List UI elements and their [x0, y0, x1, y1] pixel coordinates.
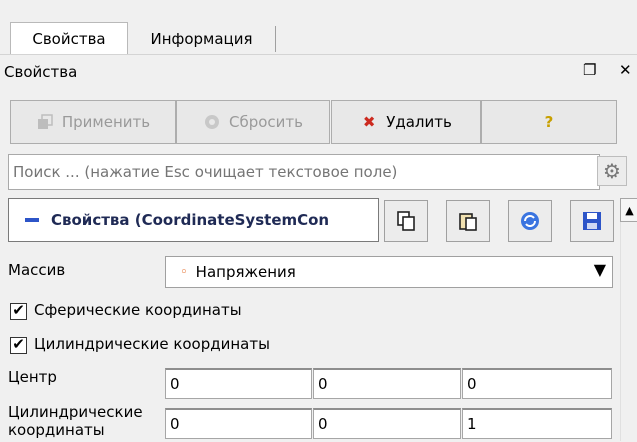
spherical-checkbox[interactable]: ✔: [10, 303, 27, 320]
cyl-3-field[interactable]: 1: [462, 408, 612, 439]
apply-label: Применить: [61, 113, 151, 131]
array-label: Массив: [8, 261, 66, 279]
delete-button[interactable]: ✖ Удалить: [331, 100, 481, 144]
tab-properties[interactable]: Свойства: [10, 22, 128, 55]
search-input[interactable]: [8, 154, 600, 190]
stress-field-icon: ◦: [180, 264, 188, 280]
tab-properties-label: Свойства: [32, 30, 106, 48]
delete-label: Удалить: [386, 113, 452, 131]
cyl-1-value: 0: [170, 415, 180, 433]
cyl-coords-label-line2: координаты: [8, 421, 105, 439]
array-select[interactable]: ◦ Напряжения ▼: [165, 256, 613, 288]
refresh-icon: [521, 212, 539, 230]
cyl-3-value: 1: [467, 415, 477, 433]
help-button[interactable]: ?: [481, 100, 617, 144]
save-icon: [583, 212, 601, 230]
cyl-coords-label-line1: Цилиндрические: [8, 403, 143, 421]
cyl-2-value: 0: [318, 415, 328, 433]
paste-icon: [459, 213, 477, 231]
settings-gear-icon[interactable]: ⚙: [597, 156, 627, 186]
center-z-field[interactable]: 0: [462, 368, 612, 399]
center-z-value: 0: [467, 375, 477, 393]
center-x-value: 0: [170, 375, 180, 393]
cyl-coords-label: Цилиндрические координаты: [8, 403, 143, 439]
reset-label: Сбросить: [229, 113, 303, 131]
refresh-button[interactable]: [508, 200, 552, 242]
save-button[interactable]: [570, 200, 614, 242]
center-label: Центр: [8, 368, 57, 386]
collapse-dash-icon: [25, 218, 39, 222]
center-x-field[interactable]: 0: [165, 368, 312, 399]
dock-title: Свойства: [4, 63, 78, 81]
properties-section-header[interactable]: Свойства (CoordinateSystemCon: [8, 198, 379, 242]
center-y-value: 0: [318, 375, 328, 393]
copy-button[interactable]: [384, 200, 428, 242]
reset-icon: [203, 113, 221, 131]
array-selected-value: Напряжения: [195, 263, 296, 281]
copy-icon: [397, 211, 415, 231]
help-label: ?: [544, 113, 554, 131]
paste-button[interactable]: [446, 200, 490, 242]
float-icon[interactable]: ❐: [583, 61, 596, 79]
tab-information[interactable]: Информация: [128, 26, 276, 52]
delete-icon: ✖: [362, 113, 376, 131]
section-title: Свойства (CoordinateSystemCon: [51, 211, 330, 229]
scroll-up-arrow-icon[interactable]: ▲: [620, 198, 637, 222]
cyl-2-field[interactable]: 0: [313, 408, 461, 439]
spherical-label: Сферические координаты: [34, 301, 242, 319]
tab-information-label: Информация: [150, 30, 253, 48]
apply-button[interactable]: Применить: [10, 100, 176, 144]
dropdown-arrow-icon: ▼: [593, 260, 606, 279]
cyl-1-field[interactable]: 0: [165, 408, 312, 439]
reset-button[interactable]: Сбросить: [176, 100, 330, 144]
cylindrical-label: Цилиндрические координаты: [34, 335, 270, 353]
center-y-field[interactable]: 0: [313, 368, 461, 399]
cylindrical-checkbox[interactable]: ✔: [10, 337, 27, 354]
vertical-scrollbar[interactable]: [620, 198, 637, 441]
apply-icon: [36, 113, 54, 131]
close-icon[interactable]: ✕: [619, 61, 632, 79]
